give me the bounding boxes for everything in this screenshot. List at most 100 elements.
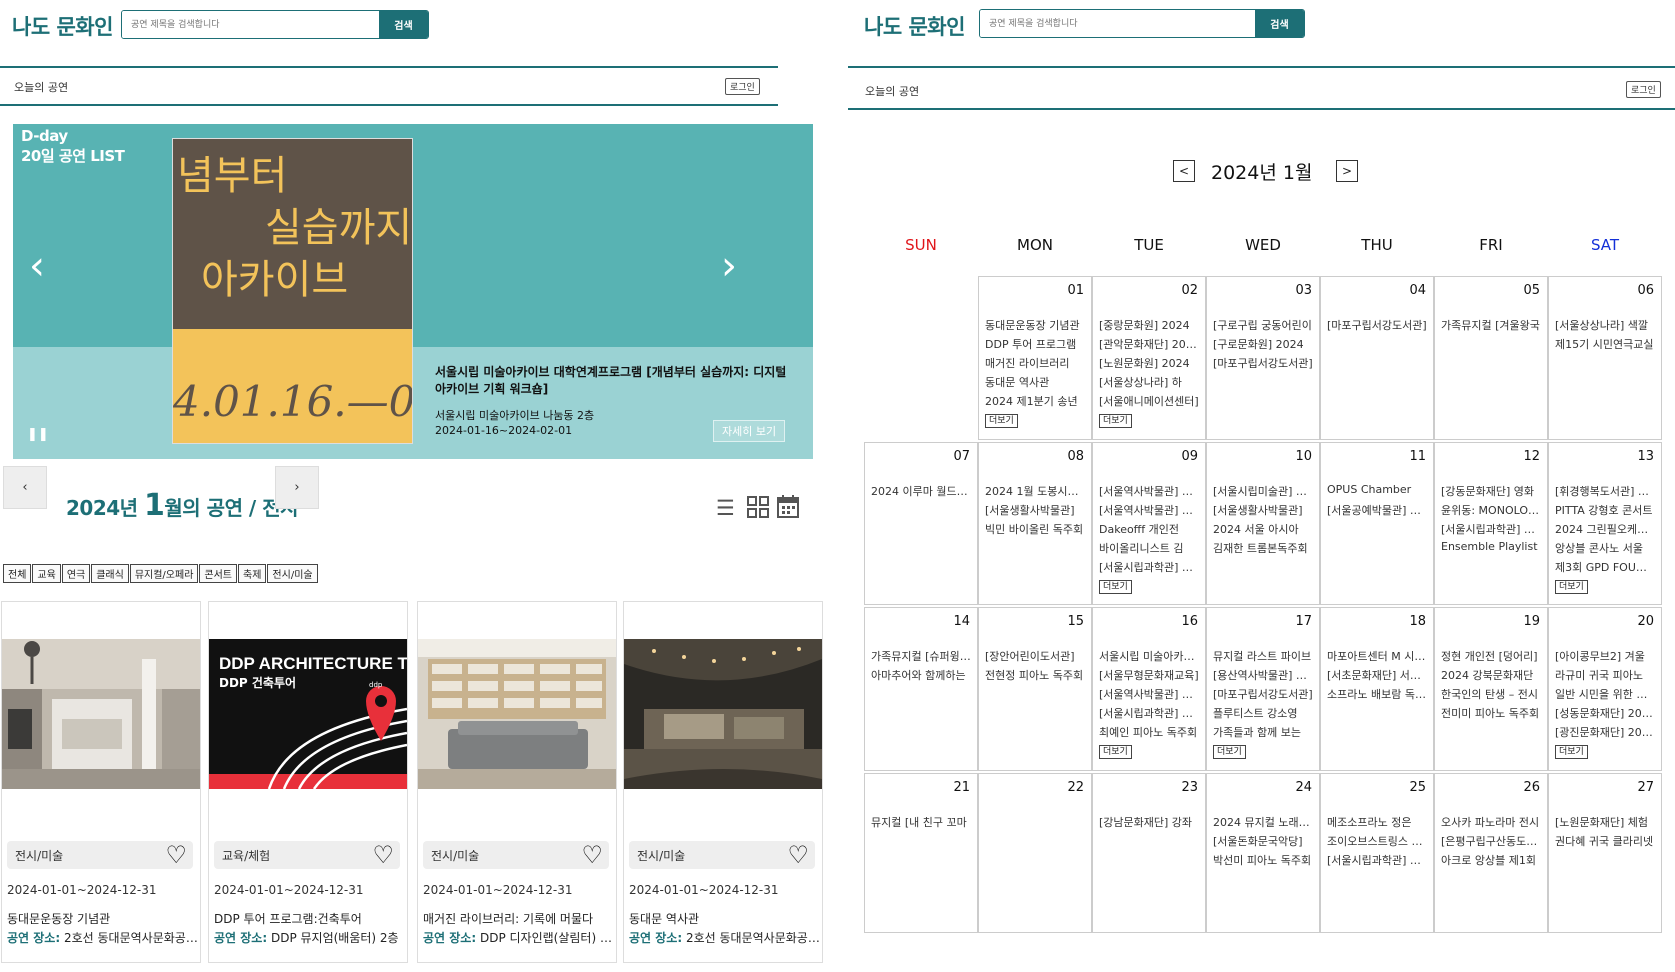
calendar-event-item[interactable]: 뮤지컬 라스트 파이브 — [1213, 648, 1313, 664]
calendar-event-item[interactable]: 윤위동: MONOLOGUE — [1441, 502, 1541, 518]
calendar-day-cell[interactable]: 02 [중랑문화원] 2024 [관악문화재단] 2024 [노원문화원] 2024 [… — [1092, 276, 1206, 440]
calendar-day-cell[interactable]: 21 뮤지컬 [내 친구 꼬마 — [864, 773, 978, 933]
calendar-event-item[interactable]: [서울시립과학관] 특별 — [1441, 521, 1541, 537]
calendar-event-item[interactable]: [성동문화재단] 2024 — [1555, 705, 1655, 721]
calendar-event-item[interactable]: PITTA 강형호 콘서트 — [1555, 502, 1655, 518]
calendar-event-item[interactable]: 메조소프라노 정은 — [1327, 814, 1427, 830]
banner-more-button[interactable]: 자세히 보기 — [713, 420, 786, 442]
calendar-day-cell[interactable]: 03 [구로구립 궁동어린이 [구로문화원] 2024 [마포구립서강도서관] — [1206, 276, 1320, 440]
calendar-event-item[interactable]: 앙상블 콘사노 서울 — [1555, 540, 1655, 556]
calendar-event-item[interactable]: [중랑문화원] 2024 — [1099, 317, 1199, 333]
calendar-more-button[interactable]: 더보기 — [1555, 745, 1588, 759]
calendar-event-item[interactable]: [강동문화재단] 영화 — [1441, 483, 1541, 499]
category-filter-all[interactable]: 전체 — [3, 564, 32, 583]
calendar-day-cell[interactable]: 13 [휘경행복도서관] 겨울 PITTA 강형호 콘서트 2024 그린필오케스트라… — [1548, 442, 1662, 605]
nav-today-performances[interactable]: 오늘의 공연 — [865, 83, 919, 99]
calendar-event-item[interactable]: [광진문화재단] 2024 — [1555, 724, 1655, 740]
calendar-more-button[interactable]: 더보기 — [1555, 580, 1588, 594]
calendar-event-item[interactable]: [서울생활사박물관] — [985, 502, 1085, 518]
calendar-event-item[interactable]: [은평구립구산동도서관] — [1441, 833, 1541, 849]
calendar-event-item[interactable]: 제3회 GPD FOUNDATION — [1555, 559, 1655, 575]
calendar-event-item[interactable]: 2024 강북문화재단 — [1441, 667, 1541, 683]
calendar-day-cell[interactable]: 05 가족뮤지컬 [겨울왕국 — [1434, 276, 1548, 440]
calendar-event-item[interactable]: [강남문화재단] 강좌 — [1099, 814, 1199, 830]
category-filter-exhibition[interactable]: 전시/미술 — [267, 564, 318, 583]
event-card-name[interactable]: 동대문 역사관 — [629, 910, 699, 927]
category-filter-education[interactable]: 교육 — [32, 564, 61, 583]
calendar-event-item[interactable]: [서울역사박물관] 기획 — [1099, 483, 1199, 499]
calendar-day-cell[interactable]: 09 [서울역사박물관] 기획 [서울역사박물관] 상설 Dakeofff 개인전 바이… — [1092, 442, 1206, 605]
calendar-event-item[interactable]: 뮤지컬 [내 친구 꼬마 — [871, 814, 971, 830]
calendar-day-cell[interactable]: 26 오사카 파노라마 전시 [은평구립구산동도서관] 아크로 앙상블 제1회 — [1434, 773, 1548, 933]
search-input[interactable] — [122, 11, 379, 38]
calendar-event-item[interactable]: [장안어린이도서관] — [985, 648, 1085, 664]
calendar-event-item[interactable]: 바이올리니스트 김 — [1099, 540, 1199, 556]
calendar-day-cell[interactable]: 19 정현 개인전 [덩어리] 2024 강북문화재단 한국인의 탄생 – 전시 전미미… — [1434, 607, 1548, 771]
event-card-image[interactable] — [2, 639, 200, 789]
prev-month-button[interactable]: ‹ — [3, 466, 47, 509]
heart-icon[interactable]: ♡ — [372, 841, 394, 869]
search-button[interactable]: 검색 — [379, 11, 428, 38]
calendar-event-item[interactable]: 전미미 피아노 독주회 — [1441, 705, 1541, 721]
calendar-event-item[interactable]: 서울시립 미술아카이브 — [1099, 648, 1199, 664]
calendar-event-item[interactable]: [마포구립서강도서관] — [1327, 317, 1427, 333]
calendar-more-button[interactable]: 더보기 — [1099, 414, 1132, 428]
calendar-day-cell[interactable]: 04 [마포구립서강도서관] — [1320, 276, 1434, 440]
calendar-event-item[interactable]: 전현정 피아노 독주회 — [985, 667, 1085, 683]
calendar-event-item[interactable]: 2024 1월 도봉시니어 — [985, 483, 1085, 499]
site-logo[interactable]: 나도 문화인 — [864, 11, 965, 41]
calendar-event-item[interactable]: Ensemble Playlist — [1441, 540, 1541, 553]
calendar-day-cell[interactable]: 27 [노원문화재단] 체험 권다혜 귀국 클라리넷 — [1548, 773, 1662, 933]
calendar-event-item[interactable]: 일반 시민을 위한 강좌 — [1555, 686, 1655, 702]
calendar-event-item[interactable]: 2024 제1분기 송년 — [985, 393, 1085, 409]
next-month-button[interactable]: › — [275, 466, 319, 509]
calendar-day-cell[interactable]: 14 가족뮤지컬 [슈퍼윙스] 아마추어와 함께하는 — [864, 607, 978, 771]
calendar-more-button[interactable]: 더보기 — [1213, 745, 1246, 759]
event-card[interactable]: DDP ARCHITECTURE TOUR DDP 건축투어 ddp 교육/체험… — [208, 601, 408, 963]
calendar-day-cell[interactable]: 01 동대문운동장 기념관 DDP 투어 프로그램 매거진 라이브러리 동대문 역사관 2… — [978, 276, 1092, 440]
calendar-event-item[interactable]: Dakeofff 개인전 — [1099, 521, 1199, 537]
calendar-event-item[interactable]: 2024 이루마 월드투어 — [871, 483, 971, 499]
calendar-event-item[interactable]: 동대문운동장 기념관 — [985, 317, 1085, 333]
event-card-name[interactable]: 매거진 라이브러리: 기록에 머물다 — [423, 910, 593, 927]
category-filter-concert[interactable]: 콘서트 — [199, 564, 238, 583]
calendar-event-item[interactable]: 가족들과 함께 보는 — [1213, 724, 1313, 740]
calendar-event-item[interactable]: [서울애니메이션센터] — [1099, 393, 1199, 409]
event-card[interactable]: 전시/미술 ♡ 2024-01-01~2024-12-31 동대문운동장 기념관… — [1, 601, 201, 963]
heart-icon[interactable]: ♡ — [581, 841, 603, 869]
calendar-event-item[interactable]: 가족뮤지컬 [겨울왕국 — [1441, 317, 1541, 333]
calendar-more-button[interactable]: 더보기 — [985, 414, 1018, 428]
search-button[interactable]: 검색 — [1255, 10, 1304, 37]
banner-poster[interactable]: 념부터 실습까지 아카이브 4.01.16.—02 — [172, 138, 413, 444]
calendar-event-item[interactable]: [아이콩무브2] 겨울 — [1555, 648, 1655, 664]
event-card-image[interactable]: DDP ARCHITECTURE TOUR DDP 건축투어 ddp — [209, 639, 407, 789]
event-card-image[interactable] — [418, 639, 616, 789]
calendar-event-item[interactable]: 동대문 역사관 — [985, 374, 1085, 390]
calendar-event-item[interactable]: [서울시립과학관] 교육 — [1099, 705, 1199, 721]
calendar-event-item[interactable]: [구로문화원] 2024 — [1213, 336, 1313, 352]
calendar-event-item[interactable]: 플루티스트 강소영 — [1213, 705, 1313, 721]
calendar-event-item[interactable]: [서울무형문화재교육] — [1099, 667, 1199, 683]
dday-banner[interactable]: D-day 20일 공연 LIST 념부터 실습까지 아카이브 4.01.16.… — [13, 124, 813, 459]
calendar-day-cell[interactable]: 15 [장안어린이도서관] 전현정 피아노 독주회 — [978, 607, 1092, 771]
login-button[interactable]: 로그인 — [725, 78, 760, 95]
event-card[interactable]: 전시/미술 ♡ 2024-01-01~2024-12-31 동대문 역사관 공연… — [623, 601, 823, 963]
calendar-day-cell[interactable]: 25 메조소프라노 정은 조이오브스트링스 공연 [서울시립과학관] 전시 — [1320, 773, 1434, 933]
calendar-event-item[interactable]: [마포구립서강도서관] — [1213, 355, 1313, 371]
calendar-event-item[interactable]: [서울상상나라] 색깔 — [1555, 317, 1655, 333]
event-card-image[interactable] — [624, 639, 822, 789]
calendar-event-item[interactable]: 소프라노 배보람 독창회 — [1327, 686, 1427, 702]
calendar-event-item[interactable]: 가족뮤지컬 [슈퍼윙스] — [871, 648, 971, 664]
calendar-event-item[interactable]: 정현 개인전 [덩어리] — [1441, 648, 1541, 664]
nav-today-performances[interactable]: 오늘의 공연 — [14, 79, 68, 95]
category-filter-festival[interactable]: 축제 — [238, 564, 267, 583]
calendar-day-cell[interactable]: 22 — [978, 773, 1092, 933]
calendar-day-cell[interactable]: 10 [서울시립미술관] 전시 [서울생활사박물관] 2024 서울 아시아 김재한 트… — [1206, 442, 1320, 605]
calendar-day-cell[interactable]: 12 [강동문화재단] 영화 윤위동: MONOLOGUE [서울시립과학관] 특별 E… — [1434, 442, 1548, 605]
calendar-event-item[interactable]: 박선미 피아노 독주회 — [1213, 852, 1313, 868]
pause-icon[interactable]: ❚❚ — [27, 427, 49, 442]
calendar-event-item[interactable]: 아마추어와 함께하는 — [871, 667, 971, 683]
calendar-day-cell[interactable]: 24 2024 뮤지컬 노래교실 [서울돈화문국악당] 박선미 피아노 독주회 — [1206, 773, 1320, 933]
calendar-event-item[interactable]: [서울시립과학관] 기획 — [1099, 559, 1199, 575]
calendar-event-item[interactable]: 라규미 귀국 피아노 — [1555, 667, 1655, 683]
